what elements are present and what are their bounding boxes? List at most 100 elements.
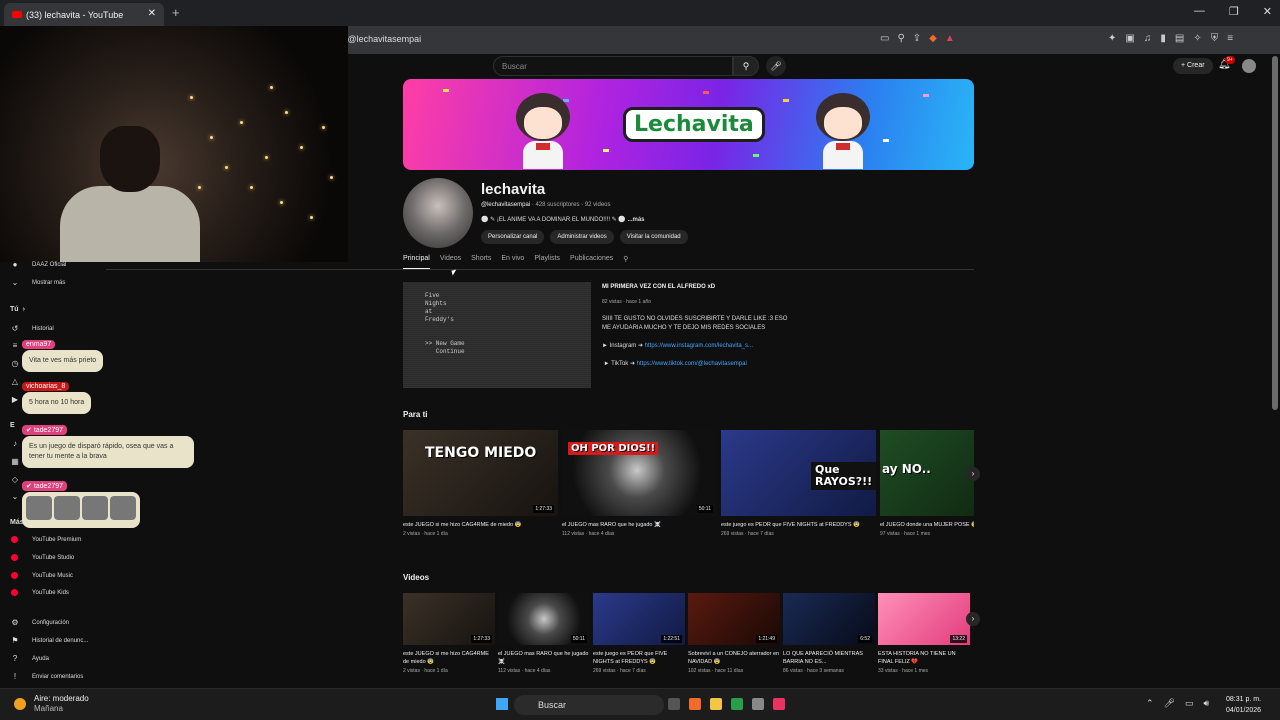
video-card[interactable]: 50:11 el JUEGO mas RARO que he jugado ☠️… bbox=[498, 593, 590, 674]
video-title[interactable]: este juego es PEOR que FIVE NIGHTS at FR… bbox=[593, 650, 685, 666]
video-title[interactable]: Sobreviví a un CONEJO aterrador en NAVID… bbox=[688, 650, 780, 666]
video-card[interactable]: 6:52 LO QUE APARECIÓ MIENTRAS BARRIA NO … bbox=[783, 593, 875, 674]
video-title[interactable]: este JUEGO si me hizo CAG4RME de miedo 😨 bbox=[403, 521, 558, 529]
menu-icon[interactable]: ≡ bbox=[1227, 33, 1233, 44]
vpn-icon[interactable]: ⛨ bbox=[1211, 33, 1219, 44]
rewards-icon[interactable]: ▲ bbox=[945, 33, 955, 44]
page-scrollbar[interactable] bbox=[1272, 56, 1278, 410]
taskbar-search[interactable]: Buscar bbox=[514, 695, 664, 715]
carousel-next-icon[interactable]: › bbox=[966, 467, 980, 481]
video-card[interactable]: OH POR DIOS!! 50:11 el JUEGO mas RARO qu… bbox=[562, 430, 717, 537]
tab-live[interactable]: En vivo bbox=[501, 255, 524, 269]
video-card[interactable]: 1:21:49 Sobreviví a un CONEJO aterrador … bbox=[688, 593, 780, 674]
sidebar-item-feedback[interactable]: ! Enviar comentarios bbox=[10, 672, 83, 682]
sidebar-item-music[interactable]: YouTube Music bbox=[10, 572, 73, 579]
channel-description[interactable]: ⚪ ✎ ¡EL ANIME VA A DOMINAR EL MUNDO!!!! … bbox=[481, 216, 645, 223]
sidebar-icon[interactable]: ▮ bbox=[1160, 33, 1166, 44]
featured-video-title[interactable]: MI PRIMERA VEZ CON EL ALFREDO xD bbox=[602, 284, 715, 290]
weather-widget[interactable]: Aire: moderado Mañana bbox=[14, 694, 89, 714]
url-field[interactable]: /@lechavitasempai bbox=[345, 34, 421, 44]
sidebar-item-show-more[interactable]: ⌄ Mostrar más bbox=[10, 278, 66, 288]
account-avatar[interactable] bbox=[1242, 59, 1256, 73]
sidebar-item-studio[interactable]: YouTube Studio bbox=[10, 554, 74, 561]
tab-posts[interactable]: Publicaciones bbox=[570, 255, 613, 269]
tiktok-link[interactable]: https://www.tiktok.com/@lechavitasempai bbox=[637, 361, 747, 367]
video-thumbnail[interactable]: Que RAYOS?!! bbox=[721, 430, 876, 516]
search-channel-icon[interactable]: ⚲ bbox=[623, 255, 628, 269]
video-title[interactable]: este JUEGO si me hizo CAG4RME de miedo 😨 bbox=[403, 650, 495, 666]
sidebar-section-you[interactable]: Tú › bbox=[10, 306, 25, 313]
mic-icon[interactable]: 🎤︎ bbox=[766, 56, 786, 76]
wallet-icon[interactable]: ▤ bbox=[1175, 33, 1184, 44]
video-card[interactable]: 13:22 ESTA HISTORIA NO TIENE UN FINAL FE… bbox=[878, 593, 970, 674]
sidebar-item-kids[interactable]: YouTube Kids bbox=[10, 589, 69, 596]
video-title[interactable]: LO QUE APARECIÓ MIENTRAS BARRIA NO ES... bbox=[783, 650, 875, 666]
leo-icon[interactable]: ✧ bbox=[1193, 33, 1201, 44]
browser-tab[interactable]: (33) lechavita - YouTube ✕ bbox=[4, 3, 164, 26]
taskbar-clock[interactable]: 08:31 p. m. 04/01/2026 bbox=[1226, 694, 1261, 716]
video-thumbnail[interactable]: OH POR DIOS!! 50:11 bbox=[562, 430, 717, 516]
video-card[interactable]: 1:27:33 este JUEGO si me hizo CAG4RME de… bbox=[403, 593, 495, 674]
zoom-icon[interactable]: ⚲ bbox=[897, 33, 904, 44]
folder-icon[interactable] bbox=[710, 698, 722, 710]
video-title[interactable]: ESTA HISTORIA NO TIENE UN FINAL FELIZ 💔 bbox=[878, 650, 970, 666]
tab-principal[interactable]: Principal bbox=[403, 255, 430, 269]
extensions-icon[interactable]: ✦ bbox=[1108, 33, 1116, 44]
video-title[interactable]: el JUEGO mas RARO que he jugado ☠️ bbox=[562, 521, 717, 529]
settings-app-icon[interactable] bbox=[752, 698, 764, 710]
new-tab-button[interactable]: + bbox=[172, 5, 180, 20]
video-thumbnail[interactable]: 1:21:49 bbox=[688, 593, 780, 645]
search-input[interactable]: Buscar bbox=[493, 56, 733, 76]
tab-shorts[interactable]: Shorts bbox=[471, 255, 491, 269]
tab-videos[interactable]: Videos bbox=[440, 255, 461, 269]
store-icon[interactable] bbox=[731, 698, 743, 710]
sidebar-item-history[interactable]: ↺ Historial bbox=[10, 324, 54, 334]
cast-icon[interactable]: ▭ bbox=[880, 33, 889, 44]
close-window-icon[interactable]: ✕ bbox=[1263, 5, 1272, 18]
video-title[interactable]: el JUEGO mas RARO que he jugado ☠️ bbox=[498, 650, 590, 666]
manage-videos-button[interactable]: Administrar videos bbox=[550, 230, 614, 244]
tab-playlists[interactable]: Playlists bbox=[534, 255, 560, 269]
video-card[interactable]: Que RAYOS?!! este juego es PEOR que FIVE… bbox=[721, 430, 876, 537]
brave-icon[interactable] bbox=[689, 698, 701, 710]
video-thumbnail[interactable]: TENGO MIEDO 1:27:33 bbox=[403, 430, 558, 516]
video-thumbnail[interactable]: 1:27:33 bbox=[403, 593, 495, 645]
video-title[interactable]: este juego es PEOR que FIVE NIGHTS at FR… bbox=[721, 521, 876, 529]
video-card[interactable]: TENGO MIEDO 1:27:33 este JUEGO si me hiz… bbox=[403, 430, 558, 537]
more-link[interactable]: ...más bbox=[627, 217, 644, 223]
visit-community-button[interactable]: Visitar la comunidad bbox=[619, 230, 688, 244]
brave-shield-icon[interactable]: ◆ bbox=[929, 33, 937, 44]
carousel-next-icon[interactable]: › bbox=[966, 612, 980, 626]
music-icon[interactable]: ♫ bbox=[1144, 33, 1152, 44]
video-thumbnail[interactable]: 1:22:51 bbox=[593, 593, 685, 645]
sidebar-item-daaz[interactable]: ● DAAZ Oficial bbox=[10, 260, 67, 270]
start-icon[interactable] bbox=[496, 698, 508, 710]
maximize-icon[interactable]: ❐ bbox=[1229, 5, 1239, 18]
close-tab-icon[interactable]: ✕ bbox=[148, 8, 156, 19]
sidebar-item-settings[interactable]: ⚙ Configuración bbox=[10, 618, 69, 628]
instagram-link[interactable]: https://www.instagram.com/lechavita_s... bbox=[645, 343, 753, 349]
video-card[interactable]: 1:22:51 este juego es PEOR que FIVE NIGH… bbox=[593, 593, 685, 674]
video-card[interactable]: ay NO.. el JUEGO donde una MUJER POSE 😨 … bbox=[880, 430, 974, 537]
share-icon[interactable]: ⇪ bbox=[913, 33, 921, 44]
tray-chevron-icon[interactable]: ⌃ bbox=[1146, 698, 1154, 709]
customize-channel-button[interactable]: Personalizar canal bbox=[481, 230, 545, 244]
search-button-icon[interactable]: ⚲ bbox=[733, 56, 759, 76]
channel-avatar[interactable] bbox=[403, 178, 473, 248]
tiktok-app-icon[interactable] bbox=[773, 698, 785, 710]
volume-icon[interactable]: 🔊︎ bbox=[1204, 698, 1210, 709]
create-button[interactable]: + Crear bbox=[1173, 58, 1213, 74]
video-thumbnail[interactable]: 13:22 bbox=[878, 593, 970, 645]
sidebar-item-premium[interactable]: YouTube Premium bbox=[10, 536, 81, 543]
video-title[interactable]: el JUEGO donde una MUJER POSE 😨 bbox=[880, 521, 974, 529]
sidebar-item-report-history[interactable]: ⚑ Historial de denunc... bbox=[10, 636, 88, 646]
mic-tray-icon[interactable]: 🎤︎ bbox=[1164, 698, 1175, 709]
video-thumbnail[interactable]: ay NO.. bbox=[880, 430, 974, 516]
sidebar-item-help[interactable]: ? Ayuda bbox=[10, 654, 49, 664]
featured-video-thumbnail[interactable]: Five Nights at Freddy's >> New Game Cont… bbox=[403, 282, 591, 388]
screenshot-icon[interactable]: ▣ bbox=[1125, 33, 1134, 44]
minimize-icon[interactable]: — bbox=[1194, 5, 1205, 18]
network-icon[interactable]: ▭ bbox=[1185, 698, 1194, 709]
video-thumbnail[interactable]: 50:11 bbox=[498, 593, 590, 645]
task-view-icon[interactable] bbox=[668, 698, 680, 710]
